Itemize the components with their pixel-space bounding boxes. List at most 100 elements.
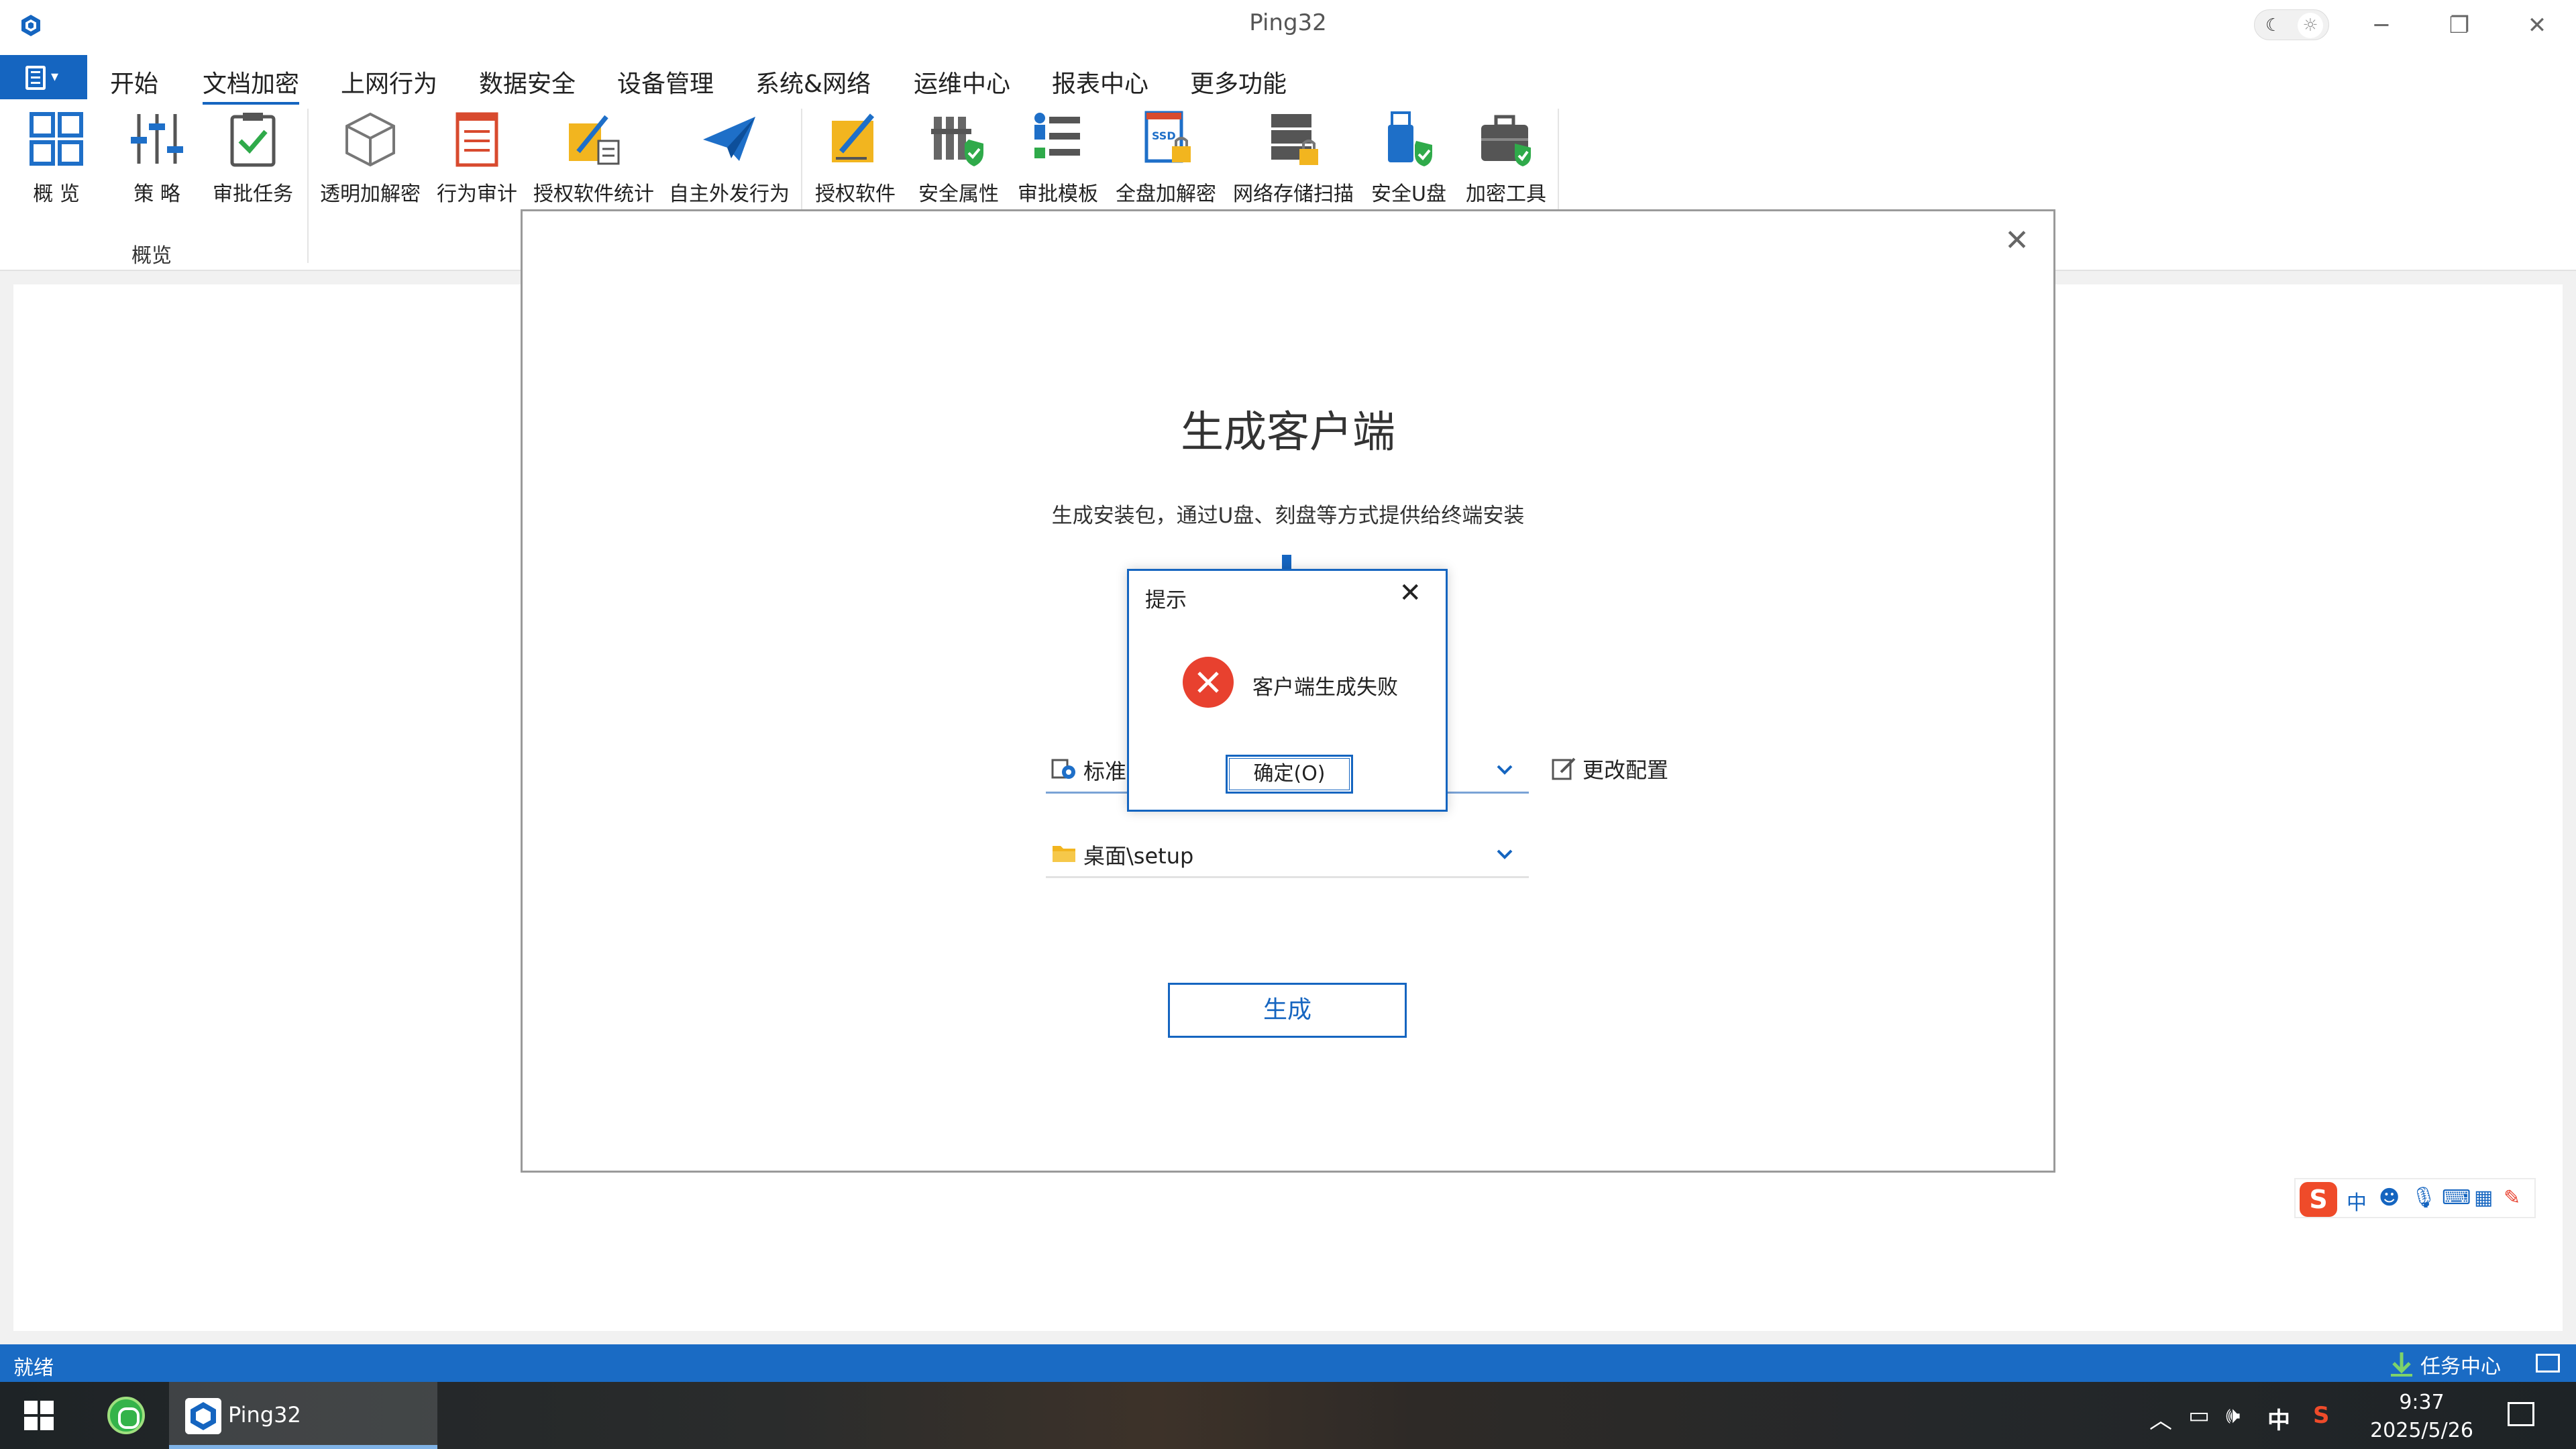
clock-date: 2025/5/26	[2370, 1419, 2473, 1442]
ribbon-secure-usb-button[interactable]: 安全U盘	[1368, 110, 1449, 207]
ribbon-transparent-encrypt-button[interactable]: 透明加解密	[317, 110, 424, 207]
clock-time: 9:37	[2399, 1391, 2445, 1414]
approval-task-icon	[230, 113, 276, 167]
ribbon-behavior-audit-button[interactable]: 行为审计	[432, 110, 522, 207]
menu-tab-ops-center[interactable]: 运维中心	[914, 64, 1010, 99]
chevron-down-icon[interactable]	[1495, 845, 1514, 863]
sogou-tray-icon[interactable]: S	[2313, 1402, 2330, 1429]
ribbon-disk-encrypt-button[interactable]: SSD 全盘加解密	[1112, 110, 1220, 207]
message-icon[interactable]	[2536, 1354, 2560, 1373]
taskbar-ping32-app[interactable]: Ping32	[169, 1382, 437, 1449]
output-path-select[interactable]: 桌面\setup	[1046, 830, 1529, 878]
config-select-value: 标准	[1083, 759, 1127, 784]
network-storage-scan-icon	[1271, 114, 1318, 165]
ribbon-encrypt-tools-button[interactable]: 加密工具	[1461, 110, 1551, 207]
dialog-subtitle: 生成安装包，通过U盘、刻盘等方式提供给终端安装	[1051, 504, 1525, 528]
window-title: Ping32	[1249, 9, 1327, 36]
security-property-icon	[931, 117, 983, 166]
authorized-software-icon	[832, 113, 875, 162]
skin-icon[interactable]: ✎	[2504, 1186, 2520, 1210]
sogou-logo-icon: S	[2300, 1182, 2337, 1217]
ok-button[interactable]: 确定(O)	[1226, 755, 1353, 794]
toolbox-icon[interactable]: ▦	[2474, 1186, 2493, 1210]
chevron-down-icon[interactable]	[1495, 760, 1514, 779]
dialog-title: 生成客户端	[1181, 408, 1395, 458]
send-plane-icon	[703, 117, 755, 161]
ime-indicator[interactable]: 中	[2267, 1402, 2290, 1435]
menu-tab-report-center[interactable]: 报表中心	[1052, 64, 1148, 99]
download-icon	[2391, 1352, 2412, 1377]
ribbon-authorized-software-button[interactable]: 授权软件	[812, 110, 899, 207]
menu-tab-start[interactable]: 开始	[110, 64, 158, 99]
overview-grid-icon	[30, 112, 83, 166]
ribbon-overview-button[interactable]: 概 览	[16, 110, 97, 207]
sun-icon: ☼	[2298, 13, 2323, 38]
alert-close-icon[interactable]: ✕	[1399, 578, 1421, 608]
chevron-down-icon: ▾	[51, 68, 59, 85]
tray-expand-icon[interactable]: ︿	[2149, 1402, 2172, 1435]
svg-text:SSD: SSD	[1152, 129, 1176, 142]
microphone-icon[interactable]: 🎙	[2411, 1186, 2436, 1210]
folder-icon	[1053, 846, 1075, 862]
ribbon-software-stats-label: 授权软件统计	[533, 182, 654, 206]
ime-mode[interactable]: 中	[2347, 1186, 2367, 1216]
task-center-label: 任务中心	[2420, 1355, 2501, 1379]
ribbon-encrypt-tools-label: 加密工具	[1466, 182, 1546, 206]
menu-tab-more[interactable]: 更多功能	[1190, 64, 1287, 99]
ribbon-send-behavior-button[interactable]: 自主外发行为	[665, 110, 793, 207]
ribbon-network-storage-scan-button[interactable]: 网络存储扫描	[1226, 110, 1360, 207]
transparent-encrypt-cube-icon	[345, 112, 395, 167]
menu-tab-device-mgmt[interactable]: 设备管理	[617, 64, 714, 99]
ribbon-approval-template-label: 审批模板	[1018, 182, 1098, 206]
volume-icon[interactable]: 🕪	[2226, 1402, 2240, 1429]
error-icon	[1183, 657, 1234, 708]
alert-message: 客户端生成失败	[1252, 676, 1398, 700]
document-icon	[25, 66, 46, 90]
taskbar-app-name: Ping32	[228, 1402, 301, 1428]
ssd-encrypt-icon: SSD	[1144, 111, 1191, 163]
app-menu-button[interactable]: ▾	[0, 55, 87, 99]
restore-button[interactable]: ❐	[2426, 5, 2493, 46]
menu-tab-data-security[interactable]: 数据安全	[479, 64, 576, 99]
dialog-close-icon[interactable]: ✕	[2004, 223, 2029, 258]
ribbon-approval-template-button[interactable]: 审批模板	[1013, 110, 1103, 207]
generate-button[interactable]: 生成	[1168, 983, 1407, 1038]
ribbon-software-stats-button[interactable]: 授权软件统计	[530, 110, 657, 207]
menu-tab-doc-encrypt[interactable]: 文档加密	[203, 64, 300, 105]
ribbon-group-overview: 概览	[131, 244, 172, 268]
status-bar: 就绪 任务中心	[0, 1344, 2576, 1382]
approval-template-icon	[1034, 113, 1080, 158]
clock[interactable]: 9:37 2025/5/26	[2361, 1389, 2482, 1445]
edit-icon	[1552, 757, 1576, 780]
status-text: 就绪	[13, 1356, 54, 1380]
ribbon-transparent-encrypt-label: 透明加解密	[320, 182, 421, 206]
software-stats-icon	[569, 115, 620, 165]
ribbon-policy-button[interactable]: 策 略	[117, 110, 197, 207]
emoji-icon[interactable]: ☻	[2379, 1186, 2400, 1210]
update-app-icon[interactable]	[107, 1397, 145, 1434]
behavior-audit-icon	[455, 112, 498, 167]
windows-start-icon[interactable]	[24, 1401, 54, 1430]
change-config-button[interactable]: 更改配置	[1552, 753, 1668, 784]
moon-icon: ☾	[2265, 15, 2282, 36]
menu-tab-web-behavior[interactable]: 上网行为	[341, 64, 437, 99]
close-window-button[interactable]: ✕	[2504, 5, 2571, 46]
secure-usb-icon	[1388, 111, 1432, 166]
ribbon-security-property-button[interactable]: 安全属性	[914, 110, 1004, 207]
ribbon-approval-task-button[interactable]: 审批任务	[209, 110, 297, 207]
ribbon-security-property-label: 安全属性	[918, 182, 999, 206]
theme-toggle[interactable]: ☾ ☼	[2254, 9, 2329, 40]
ribbon-secure-usb-label: 安全U盘	[1371, 182, 1446, 206]
network-icon[interactable]: ▭	[2188, 1402, 2210, 1429]
ribbon-disk-encrypt-label: 全盘加解密	[1116, 182, 1216, 206]
ime-toolbar[interactable]: S 中 ☻ 🎙 ⌨ ▦ ✎	[2294, 1178, 2536, 1218]
notification-icon[interactable]	[2508, 1402, 2534, 1426]
menu-tab-system-network[interactable]: 系统&网络	[755, 64, 871, 99]
task-center-button[interactable]: 任务中心	[2388, 1350, 2501, 1379]
alert-title: 提示	[1145, 588, 1187, 612]
ribbon-behavior-audit-label: 行为审计	[437, 182, 517, 206]
keyboard-icon[interactable]: ⌨	[2442, 1186, 2471, 1210]
ribbon-separator	[307, 109, 309, 263]
minimize-button[interactable]: ─	[2348, 5, 2415, 46]
ribbon-send-behavior-label: 自主外发行为	[669, 182, 790, 206]
